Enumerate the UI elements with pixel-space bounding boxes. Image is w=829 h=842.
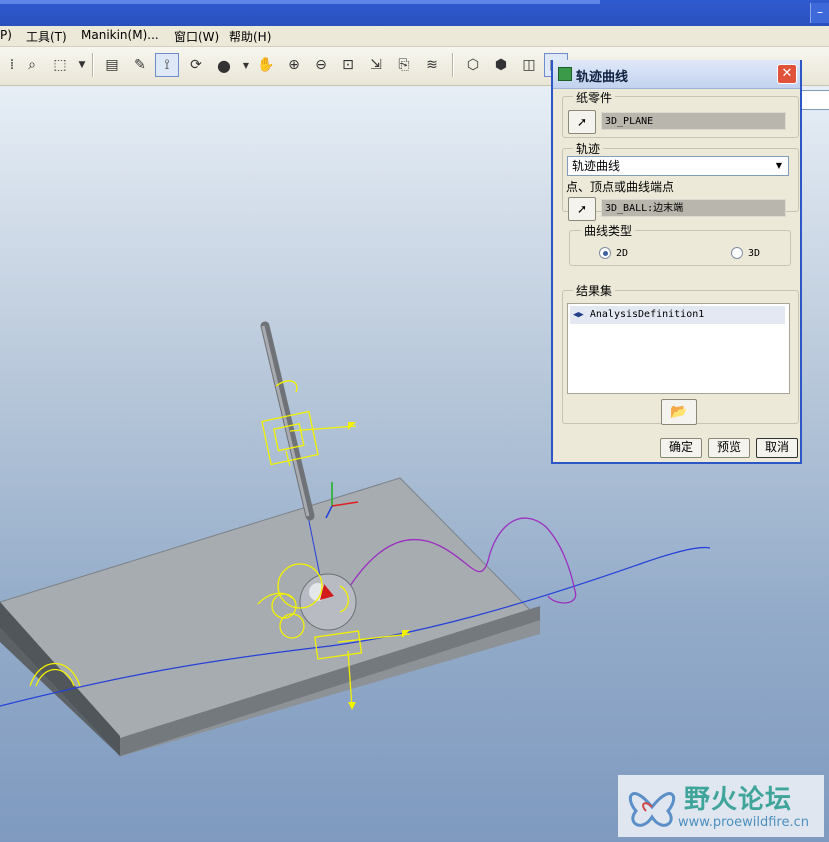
arrow-cursor-icon: ➚ <box>576 115 588 129</box>
open-folder-button[interactable]: 📂 <box>661 399 697 425</box>
chevron-down-icon: ▼ <box>775 161 782 170</box>
dialog-app-icon <box>558 67 572 81</box>
named-view-icon[interactable]: ⎘ <box>392 53 416 77</box>
binoculars-icon[interactable]: ⌕ <box>20 53 44 77</box>
spin-center-icon[interactable]: ⟳ <box>184 53 208 77</box>
ok-button[interactable]: 确定 <box>660 438 702 458</box>
menu-item-window[interactable]: 窗口(W) <box>174 28 219 45</box>
trajectory-type-select[interactable]: 轨迹曲线 ▼ <box>567 156 789 176</box>
toolbar-separator <box>92 53 94 77</box>
dialog-title: 轨迹曲线 <box>576 70 629 85</box>
watermark-url: www.proewildfire.cn <box>678 815 809 830</box>
cancel-button[interactable]: 取消 <box>756 438 798 458</box>
butterfly-logo-icon <box>628 792 676 827</box>
chevron-down-icon[interactable]: ▼ <box>70 53 94 77</box>
list-item-label: AnalysisDefinition1 <box>589 309 705 320</box>
pan-hand-icon[interactable]: ✋ <box>254 53 278 77</box>
layer-tree-icon[interactable]: ≋ <box>420 53 444 77</box>
result-list[interactable]: ◀▶ AnalysisDefinition1 <box>567 303 790 394</box>
wireframe-icon[interactable]: ⬡ <box>461 53 485 77</box>
menu-bar: P) 工具(T) Manikin(M)... 窗口(W) 帮助(H) <box>0 26 829 47</box>
hidden-line-icon[interactable]: ⬢ <box>489 53 513 77</box>
trajectory-legend: 轨迹 <box>573 140 604 157</box>
shade-icon[interactable]: ● <box>212 53 236 77</box>
menu-item-help[interactable]: 帮助(H) <box>229 28 271 45</box>
rod <box>260 321 315 521</box>
point-label: 点、顶点或曲线端点 <box>566 180 675 194</box>
result-set-legend: 结果集 <box>573 282 616 299</box>
orient-icon[interactable]: ⇲ <box>364 53 388 77</box>
paper-part-legend: 纸零件 <box>573 89 616 106</box>
rod-highlight <box>261 325 310 517</box>
curve-type-legend: 曲线类型 <box>581 222 636 239</box>
radio-3d-dot <box>731 247 743 259</box>
preview-button[interactable]: 预览 <box>708 438 750 458</box>
menu-item-p[interactable]: P) <box>0 28 12 42</box>
sketch-icon[interactable]: ✎ <box>128 53 152 77</box>
radio-2d[interactable]: 2D <box>599 247 628 259</box>
minimize-button[interactable]: – <box>810 3 829 23</box>
list-item[interactable]: ◀▶ AnalysisDefinition1 <box>570 306 785 324</box>
radio-2d-label: 2D <box>616 247 629 259</box>
radio-3d-label: 3D <box>748 247 761 259</box>
titlebar-highlight <box>0 0 600 4</box>
window-titlebar: – <box>0 0 829 26</box>
radio-3d[interactable]: 3D <box>731 247 760 259</box>
dialog-titlebar: 轨迹曲线 ✕ <box>553 60 800 89</box>
paper-part-field[interactable]: 3D_PLANE <box>601 112 786 130</box>
zoom-in-icon[interactable]: ⊕ <box>282 53 306 77</box>
close-button[interactable]: ✕ <box>777 64 797 84</box>
point-pick-button[interactable]: ➚ <box>568 197 596 221</box>
toolbar-separator <box>452 53 454 77</box>
paper-part-pick-button[interactable]: ➚ <box>568 110 596 134</box>
watermark-title: 野火论坛 <box>684 785 793 815</box>
menu-item-tools[interactable]: 工具(T) <box>26 28 67 45</box>
zoom-out-icon[interactable]: ⊖ <box>309 53 333 77</box>
folder-open-icon: 📂 <box>670 404 688 420</box>
select-box-icon[interactable]: ⬚ <box>48 53 72 77</box>
no-hidden-icon[interactable]: ◫ <box>517 53 541 77</box>
arrow-cursor-icon: ➚ <box>576 202 588 216</box>
command-input[interactable] <box>800 90 829 110</box>
watermark: 野火论坛 www.proewildfire.cn <box>618 775 824 837</box>
point-field[interactable]: 3D_BALL:边末端 <box>601 199 786 217</box>
trajectory-curve-dialog: 轨迹曲线 ✕ 纸零件 ➚ 3D_PLANE 轨迹 轨迹曲线 ▼ 点、顶点或曲线端… <box>551 60 802 464</box>
datum-display-icon[interactable]: ⟟ <box>155 53 179 77</box>
trajectory-type-value: 轨迹曲线 <box>572 159 621 173</box>
radio-2d-dot <box>599 247 611 259</box>
menu-item-manikin[interactable]: Manikin(M)... <box>81 28 159 42</box>
caret-right-icon: ▶ <box>578 310 584 320</box>
layers-icon[interactable]: ▤ <box>100 53 124 77</box>
refit-icon[interactable]: ⊡ <box>336 53 360 77</box>
